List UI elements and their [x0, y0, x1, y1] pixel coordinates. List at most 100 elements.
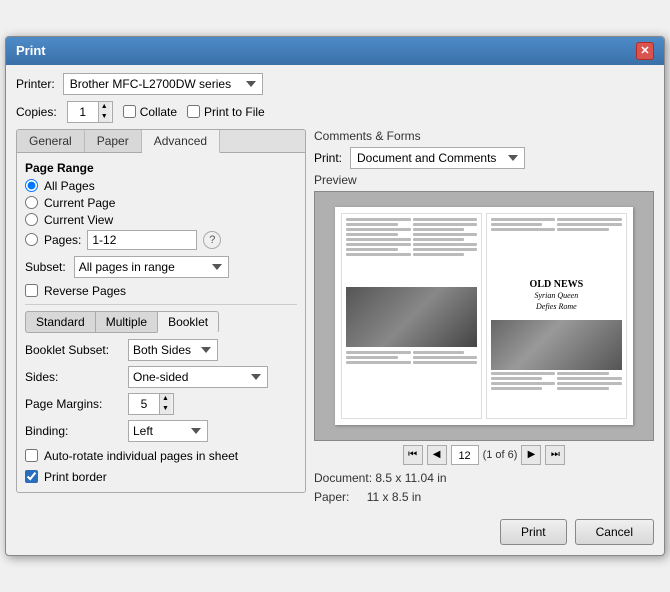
last-page-button[interactable]: ⏭ [545, 445, 565, 465]
paper-value: 11 x 8.5 in [367, 490, 421, 504]
tab-paper[interactable]: Paper [85, 130, 142, 152]
pages-radio[interactable] [25, 233, 38, 246]
collate-checkbox[interactable] [123, 105, 136, 118]
line [557, 372, 608, 375]
line [491, 218, 555, 221]
doc-info-doc: Document: 8.5 x 11.04 in [314, 469, 654, 488]
close-button[interactable]: ✕ [636, 42, 654, 60]
copies-decrement[interactable]: ▼ [99, 112, 110, 122]
preview-nav: ⏮ ◀ 12 (1 of 6) ▶ ⏭ [314, 445, 654, 465]
preview-columns [346, 218, 477, 281]
pages-input[interactable] [87, 230, 197, 250]
text-col-r1 [491, 218, 555, 260]
print-to-file-checkbox[interactable] [187, 105, 200, 118]
margins-row: Page Margins: ▲ ▼ [25, 393, 297, 415]
main-area: General Paper Advanced Page Range All Pa… [16, 129, 654, 507]
line [557, 223, 621, 226]
first-page-button[interactable]: ⏮ [403, 445, 423, 465]
page-range-section: Page Range All Pages Current Page [25, 161, 297, 250]
preview-box: OLD NEWS Syrian Queen Defies Rome [314, 191, 654, 441]
printer-select[interactable]: Brother MFC-L2700DW series [63, 73, 263, 95]
current-view-radio[interactable] [25, 213, 38, 226]
text-col-2 [413, 218, 477, 281]
next-page-button[interactable]: ▶ [521, 445, 541, 465]
doc-comments-select[interactable]: Document and Comments [350, 147, 525, 169]
pages-row: Pages: ? [25, 230, 297, 250]
sides-row: Sides: One-sided [25, 366, 297, 388]
subset-label: Subset: [25, 260, 66, 274]
preview-columns-bottom [346, 351, 477, 414]
preview-inner: OLD NEWS Syrian Queen Defies Rome [335, 207, 632, 425]
text-col-r3 [491, 372, 555, 414]
comments-forms-section: Comments & Forms Print: Document and Com… [314, 129, 654, 169]
line [346, 253, 410, 256]
line [346, 243, 410, 246]
margin-spinner: ▲ ▼ [128, 393, 174, 415]
subset-select[interactable]: All pages in range [74, 256, 229, 278]
right-col-lines [491, 218, 622, 260]
headline: OLD NEWS [491, 279, 622, 291]
margin-increment[interactable]: ▲ [160, 394, 171, 404]
current-view-label: Current View [44, 213, 113, 227]
margin-input[interactable] [129, 394, 159, 414]
current-page-radio[interactable] [25, 196, 38, 209]
print-to-file-row: Print to File [187, 105, 265, 119]
tab-general[interactable]: General [17, 130, 85, 152]
printer-row: Printer: Brother MFC-L2700DW series [16, 73, 654, 95]
reverse-pages-checkbox[interactable] [25, 284, 38, 297]
sub-tab-standard[interactable]: Standard [25, 311, 95, 333]
booklet-subset-select[interactable]: Both Sides [128, 339, 218, 361]
tab-advanced[interactable]: Advanced [142, 130, 220, 153]
all-pages-radio[interactable] [25, 179, 38, 192]
prev-page-button[interactable]: ◀ [427, 445, 447, 465]
preview-section: Preview [314, 173, 654, 507]
line [413, 248, 477, 251]
pages-help-button[interactable]: ? [203, 231, 221, 249]
print-to-file-label: Print to File [204, 105, 265, 119]
line [413, 233, 477, 236]
line [346, 361, 410, 364]
booklet-subset-row: Booklet Subset: Both Sides [25, 339, 297, 361]
binding-select[interactable]: Left [128, 420, 208, 442]
line [346, 356, 397, 359]
print-border-checkbox[interactable] [25, 470, 38, 483]
sub-tab-booklet[interactable]: Booklet [157, 311, 219, 333]
auto-rotate-checkbox[interactable] [25, 449, 38, 462]
text-col-r4 [557, 372, 621, 414]
dialog-title: Print [16, 43, 46, 58]
sides-select[interactable]: One-sided [128, 366, 268, 388]
line [413, 361, 477, 364]
left-panel: General Paper Advanced Page Range All Pa… [16, 129, 306, 507]
line [491, 372, 555, 375]
text-col-r2 [557, 218, 621, 260]
booklet-subset-label: Booklet Subset: [25, 343, 120, 357]
line [346, 238, 410, 241]
all-pages-label: All Pages [44, 179, 95, 193]
copies-increment[interactable]: ▲ [99, 102, 110, 112]
divider [25, 304, 297, 305]
print-border-label: Print border [44, 470, 107, 484]
line [557, 377, 621, 380]
line [413, 218, 477, 221]
line [491, 377, 542, 380]
copies-spinner-buttons: ▲ ▼ [98, 102, 110, 122]
copies-input[interactable] [68, 102, 98, 122]
line [491, 228, 555, 231]
margin-decrement[interactable]: ▼ [160, 404, 171, 414]
text-col-4 [413, 351, 477, 414]
booklet-options: Booklet Subset: Both Sides Sides: One-si… [25, 339, 297, 484]
sub-tabs-header: Standard Multiple Booklet [25, 311, 297, 333]
print-button[interactable]: Print [500, 519, 567, 545]
sub-tab-multiple[interactable]: Multiple [95, 311, 157, 333]
cancel-button[interactable]: Cancel [575, 519, 654, 545]
line [491, 223, 542, 226]
sides-label: Sides: [25, 370, 120, 384]
auto-rotate-label: Auto-rotate individual pages in sheet [44, 449, 238, 463]
reverse-pages-row: Reverse Pages [25, 284, 297, 298]
print-row: Print: Document and Comments [314, 147, 654, 169]
tabs-container: General Paper Advanced Page Range All Pa… [16, 129, 306, 493]
pages-label: Pages: [44, 233, 81, 247]
right-bottom-cols [491, 372, 622, 414]
line [413, 223, 477, 226]
line [346, 248, 397, 251]
